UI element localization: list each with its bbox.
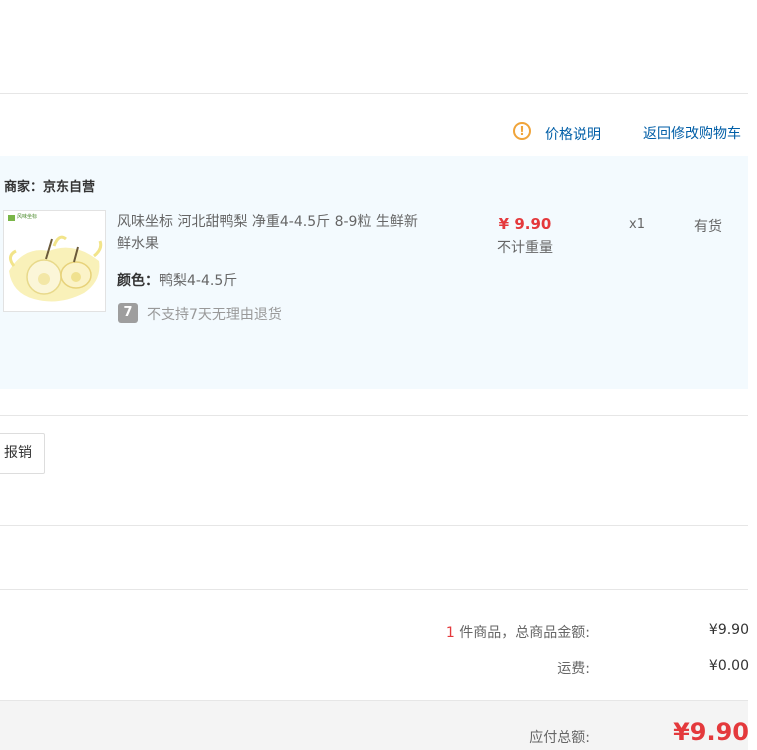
attr-value: 鸭梨4-4.5斤 — [159, 273, 238, 289]
stock-status: 有货 — [694, 219, 722, 235]
seller-line: 商家：京东自营 — [4, 176, 95, 195]
item-quantity: x1 — [629, 217, 645, 232]
attr-label: 颜色： — [117, 273, 159, 289]
no-7day-return-icon: 7 — [118, 303, 138, 323]
shop-block: 商家：京东自营 风味坐标 风味坐标 河北甜鸭梨 净重4-4.5斤 8-9粒 生鲜… — [0, 156, 748, 389]
pear-image-icon — [4, 211, 105, 311]
goods-count-label: 件商品，总商品金额: — [454, 625, 590, 641]
seller-name: 京东自营 — [43, 180, 96, 195]
weight-note: 不计重量 — [497, 240, 553, 256]
payable-label: 应付总额: — [529, 730, 590, 746]
payable-bar — [0, 700, 748, 750]
shipping-fee: ¥0.00 — [708, 658, 749, 674]
brand-tag: 风味坐标 — [17, 214, 38, 220]
item-price: ¥ 9.90 — [498, 215, 552, 233]
divider-after-items — [0, 415, 748, 416]
shipping-label: 运费: — [557, 661, 590, 677]
product-attribute: 颜色：鸭梨4-4.5斤 — [117, 270, 237, 290]
product-thumbnail[interactable]: 风味坐标 — [3, 210, 106, 312]
product-title[interactable]: 风味坐标 河北甜鸭梨 净重4-4.5斤 8-9粒 生鲜新鲜水果 — [117, 211, 427, 255]
no-return-text: 不支持7天无理由退货 — [147, 307, 282, 323]
top-divider — [0, 93, 748, 94]
goods-count-line: 1 件商品，总商品金额: — [446, 622, 590, 642]
divider-before-summary — [0, 589, 748, 590]
goods-count: 1 — [445, 625, 455, 641]
invoice-reimburse-button[interactable]: 报销 — [0, 433, 45, 474]
warning-circle-icon: ! — [513, 122, 531, 140]
back-to-cart-link[interactable]: 返回修改购物车 — [643, 123, 741, 143]
price-explain-link[interactable]: 价格说明 — [545, 124, 601, 144]
divider-after-invoice — [0, 525, 748, 526]
goods-total: ¥9.90 — [708, 622, 749, 638]
seller-label: 商家： — [4, 180, 44, 195]
payable-total: ¥9.90 — [673, 718, 749, 746]
